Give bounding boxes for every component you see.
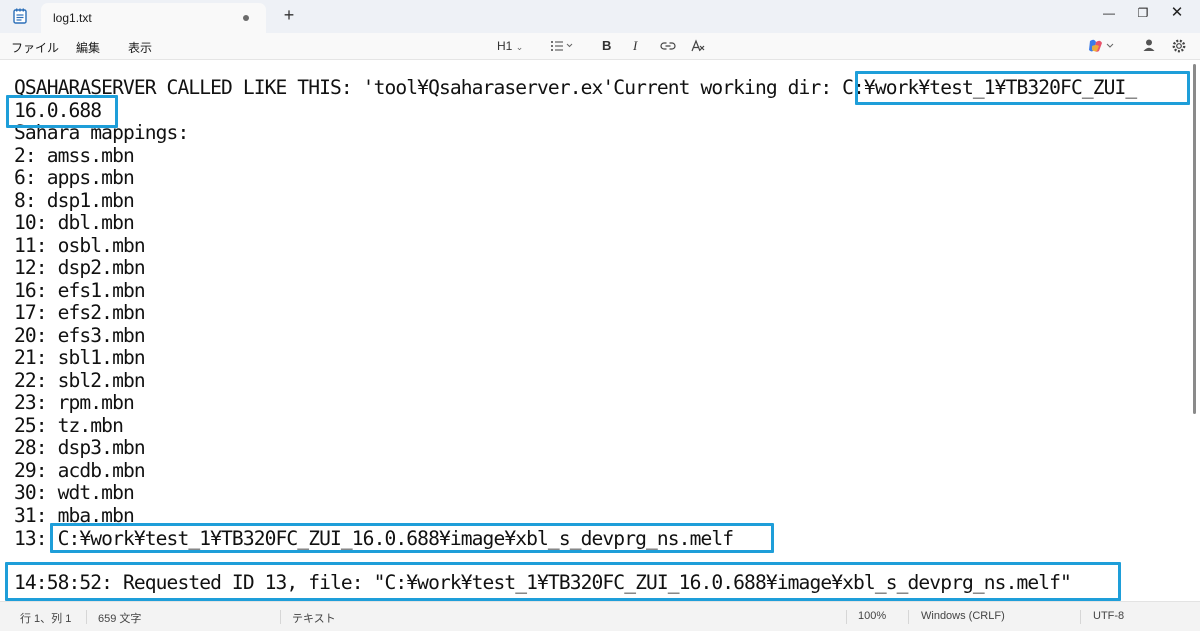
cursor-position: 行 1、列 1 — [20, 613, 72, 625]
status-divider — [86, 610, 87, 624]
status-bar: 行 1、列 1 659 文字 テキスト 100% Windows (CRLF) … — [0, 601, 1200, 631]
editor-line-9: 12: dsp2.mbn — [14, 256, 146, 279]
editor-line-11: 17: efs2.mbn — [14, 301, 146, 324]
status-divider — [846, 610, 847, 624]
bold-button[interactable]: B — [602, 37, 611, 55]
tab-log1[interactable]: log1.txt — [41, 3, 266, 33]
notepad-app-icon — [13, 8, 27, 24]
line-ending[interactable]: Windows (CRLF) — [921, 610, 1005, 622]
unsaved-dot-icon[interactable] — [243, 15, 249, 21]
close-button[interactable]: ✕ — [1154, 0, 1200, 26]
editor-line-15: 23: rpm.mbn — [14, 391, 135, 414]
highlight-box-working-dir — [855, 71, 1190, 105]
account-button[interactable] — [1142, 38, 1156, 56]
settings-button[interactable] — [1171, 38, 1187, 56]
editor-line-13: 21: sbl1.mbn — [14, 346, 146, 369]
editor-line-14: 22: sbl2.mbn — [14, 369, 146, 392]
encoding[interactable]: UTF-8 — [1093, 610, 1124, 622]
menu-view[interactable]: 表示 — [128, 39, 152, 56]
heading-chevron-icon: ⌄ — [515, 42, 524, 52]
account-icon — [1143, 39, 1155, 51]
highlight-box-version — [6, 95, 118, 128]
italic-button[interactable]: I — [633, 37, 637, 55]
editor-line-16: 25: tz.mbn — [14, 414, 124, 437]
heading-button[interactable]: H1 ⌄ — [497, 37, 523, 55]
text-format[interactable]: テキスト — [292, 610, 336, 626]
clear-format-icon — [691, 39, 705, 52]
tab-title: log1.txt — [53, 11, 92, 25]
editor-line-6: 8: dsp1.mbn — [14, 189, 135, 212]
status-divider — [908, 610, 909, 624]
menu-bar: ファイル 編集 表示 H1 ⌄ B I — [0, 33, 1200, 60]
menu-file[interactable]: ファイル — [11, 39, 59, 56]
menu-edit[interactable]: 編集 — [76, 39, 100, 56]
editor-line-19: 30: wdt.mbn — [14, 481, 135, 504]
editor-line-4: 2: amss.mbn — [14, 144, 135, 167]
link-button[interactable] — [660, 38, 676, 56]
editor-line-7: 10: dbl.mbn — [14, 211, 135, 234]
editor-line-5: 6: apps.mbn — [14, 166, 135, 189]
list-button[interactable] — [550, 38, 576, 56]
character-count: 659 文字 — [98, 613, 142, 625]
link-icon — [660, 42, 676, 50]
highlight-box-mapping-13 — [50, 523, 774, 553]
copilot-button[interactable] — [1086, 37, 1116, 55]
clear-format-button[interactable] — [690, 38, 706, 56]
heading-label: H1 — [497, 39, 513, 53]
zoom-level[interactable]: 100% — [858, 610, 886, 622]
list-icon — [551, 41, 573, 51]
new-tab-button[interactable]: + — [279, 4, 299, 26]
copilot-icon — [1089, 39, 1114, 52]
editor-line-17: 28: dsp3.mbn — [14, 436, 146, 459]
status-divider — [1080, 610, 1081, 624]
editor-line-10: 16: efs1.mbn — [14, 279, 146, 302]
editor-line-18: 29: acdb.mbn — [14, 459, 146, 482]
highlight-box-requested-id — [5, 562, 1121, 601]
vertical-scrollbar[interactable] — [1193, 64, 1196, 414]
editor-line-8: 11: osbl.mbn — [14, 234, 146, 257]
status-divider — [280, 610, 281, 624]
editor-line-12: 20: efs3.mbn — [14, 324, 146, 347]
gear-icon — [1172, 39, 1186, 53]
title-bar: log1.txt + — ❐ ✕ — [0, 0, 1200, 33]
